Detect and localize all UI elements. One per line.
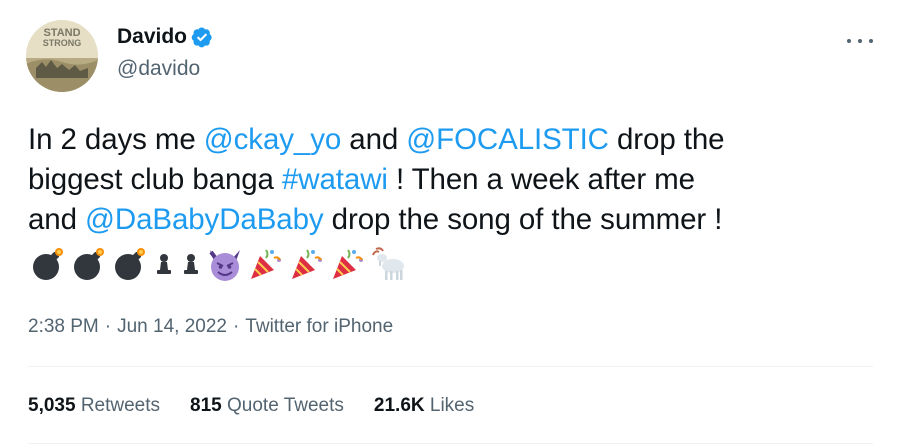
bomb-emoji [71, 246, 107, 282]
tweet-date[interactable]: Jun 14, 2022 [117, 315, 227, 339]
mention-ckay[interactable]: @ckay_yo [204, 123, 341, 156]
more-options-icon[interactable] [847, 34, 873, 48]
tweet-text: In 2 days me @ckay_yo and @FOCALISTIC dr… [28, 120, 878, 240]
bomb-emoji [30, 246, 66, 282]
party-popper-emoji [330, 246, 366, 282]
quote-tweets-stat[interactable]: 815 Quote Tweets [190, 394, 344, 418]
likes-count: 21.6K [373, 395, 425, 416]
party-popper-emoji [289, 246, 325, 282]
tweet-source[interactable]: Twitter for iPhone [245, 315, 393, 339]
verified-badge-icon [191, 26, 213, 48]
meta-separator: · [232, 316, 240, 337]
tweet-stats: 5,035 Retweets 815 Quote Tweets 21.6K Li… [28, 394, 504, 418]
author-name-row[interactable]: Davido [117, 24, 213, 50]
likes-label: Likes [429, 395, 475, 416]
party-popper-emoji [248, 246, 284, 282]
text-segment: drop the [608, 123, 725, 156]
hashtag-watawi[interactable]: #watawi [282, 163, 388, 196]
quotes-label: Quote Tweets [227, 395, 344, 416]
divider [28, 443, 873, 444]
chess-pawn-emoji [153, 246, 175, 282]
smiling-devil-emoji [207, 246, 243, 282]
tweet-line-2: biggest club banga #watawi ! Then a week… [28, 160, 878, 200]
dot [847, 39, 851, 43]
text-segment: In 2 days me [28, 123, 204, 156]
dot [858, 39, 862, 43]
tweet-card: STAND STRONG Davido @davido In 2 days me… [0, 0, 901, 445]
text-segment: biggest club banga [28, 163, 282, 196]
mention-dababy[interactable]: @DaBabyDaBaby [85, 203, 324, 236]
mention-focalistic[interactable]: @FOCALISTIC [406, 123, 609, 156]
bomb-emoji [112, 246, 148, 282]
quotes-count: 815 [190, 395, 222, 416]
tweet-time[interactable]: 2:38 PM [28, 315, 99, 339]
avatar-text-2: STRONG [43, 38, 82, 48]
chess-pawn-emoji [180, 246, 202, 282]
retweets-count: 5,035 [28, 395, 76, 416]
author-handle[interactable]: @davido [117, 56, 200, 82]
tweet-line-1: In 2 days me @ckay_yo and @FOCALISTIC dr… [28, 120, 878, 160]
text-segment: drop the song of the summer ! [323, 203, 723, 236]
emoji-row [30, 244, 412, 284]
divider [28, 366, 873, 367]
text-segment: and [341, 123, 407, 156]
meta-separator: · [104, 316, 112, 337]
tweet-meta: 2:38 PM · Jun 14, 2022 · Twitter for iPh… [28, 315, 393, 339]
text-segment: and [28, 203, 86, 236]
display-name[interactable]: Davido [117, 24, 187, 50]
avatar[interactable]: STAND STRONG [26, 20, 98, 92]
retweets-label: Retweets [80, 395, 161, 416]
text-segment: ! Then a week after me [387, 163, 695, 196]
dot [869, 39, 873, 43]
retweets-stat[interactable]: 5,035 Retweets [28, 394, 160, 418]
tweet-line-3: and @DaBabyDaBaby drop the song of the s… [28, 200, 878, 240]
likes-stat[interactable]: 21.6K Likes [374, 394, 474, 418]
goat-emoji [371, 246, 407, 282]
